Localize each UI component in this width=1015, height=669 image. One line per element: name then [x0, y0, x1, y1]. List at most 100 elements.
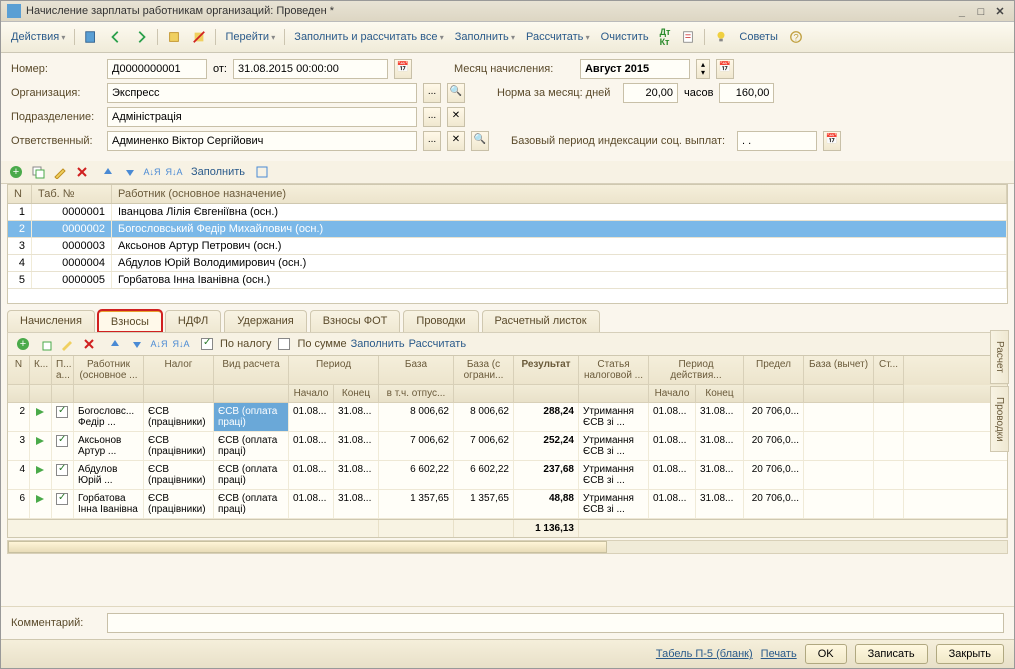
col-tab[interactable]: Таб. № — [32, 185, 112, 203]
move-down-icon[interactable] — [121, 163, 139, 181]
index-calendar-icon[interactable]: 📅 — [823, 131, 841, 151]
detail-up-icon[interactable] — [106, 335, 124, 353]
detail-add-icon[interactable]: + — [14, 335, 32, 353]
dcol-n[interactable]: N — [8, 356, 30, 385]
dcol-p[interactable]: П... а... — [52, 356, 74, 385]
minimize-button[interactable]: _ — [954, 6, 970, 18]
edit-icon[interactable] — [51, 163, 69, 181]
ok-button[interactable]: OK — [805, 644, 847, 664]
employee-row[interactable]: 10000001Іванцова Лілія Євгеніївна (осн.) — [8, 204, 1007, 221]
comment-input[interactable] — [107, 613, 1004, 633]
by-tax-check-icon[interactable] — [198, 335, 216, 353]
dcol-baseded[interactable]: База (вычет) — [804, 356, 874, 385]
clear-button[interactable]: Очистить — [597, 29, 653, 45]
tab-payslip[interactable]: Расчетный листок — [482, 310, 600, 332]
org-input[interactable] — [107, 83, 417, 103]
col-worker[interactable]: Работник (основное назначение) — [112, 185, 1007, 203]
tab-contrib-fot[interactable]: Взносы ФОТ — [310, 310, 401, 332]
tabel-link[interactable]: Табель П-5 (бланк) — [656, 648, 753, 660]
by-sum-check-icon[interactable] — [275, 335, 293, 353]
detail-sort-za-icon[interactable]: Я↓A — [172, 335, 190, 353]
dcol-st[interactable]: Ст... — [874, 356, 904, 385]
norm-hours-input[interactable] — [719, 83, 774, 103]
delete-icon[interactable] — [73, 163, 91, 181]
dcol-result[interactable]: Результат — [514, 356, 579, 385]
dept-input[interactable] — [107, 107, 417, 127]
close-button[interactable]: ✕ — [992, 5, 1008, 18]
resp-clear-button[interactable]: ✕ — [447, 131, 465, 151]
dcol-aend[interactable]: Конец — [696, 385, 744, 403]
detail-row[interactable]: 6 Горбатова Інна Іванівна ЄСВ (працівник… — [8, 490, 1007, 519]
detail-down-icon[interactable] — [128, 335, 146, 353]
arrow-right-icon[interactable] — [130, 28, 152, 46]
maximize-button[interactable]: □ — [973, 6, 989, 18]
dcol-start[interactable]: Начало — [289, 385, 334, 403]
save-button[interactable]: Записать — [855, 644, 928, 664]
detail-row[interactable]: 2 Богословс... Федір ... ЄСВ (працівники… — [8, 403, 1007, 432]
dept-clear-button[interactable]: ✕ — [447, 107, 465, 127]
dcol-worker[interactable]: Работник (основное ... — [74, 356, 144, 385]
calendar-icon[interactable]: 📅 — [394, 59, 412, 79]
tab-deductions[interactable]: Удержания — [224, 310, 306, 332]
dcol-basevac[interactable]: в т.ч. отпус... — [379, 385, 454, 403]
detail-calc-menu[interactable]: Рассчитать — [409, 338, 466, 350]
date-input[interactable] — [233, 59, 388, 79]
fill-calc-all-button[interactable]: Заполнить и рассчитать все — [290, 29, 447, 45]
close-doc-button[interactable]: Закрыть — [936, 644, 1004, 664]
by-tax-label[interactable]: По налогу — [220, 338, 271, 350]
resp-input[interactable] — [107, 131, 417, 151]
goto-menu[interactable]: Перейти — [221, 29, 279, 45]
dcol-aperiod[interactable]: Период действия... — [649, 356, 744, 385]
arrow-left-icon[interactable] — [105, 28, 127, 46]
employee-row[interactable]: 50000005Горбатова Інна Іванівна (осн.) — [8, 272, 1007, 289]
detail-edit-icon[interactable] — [58, 335, 76, 353]
refresh-icon[interactable] — [80, 28, 102, 46]
help-icon[interactable]: ? — [785, 28, 807, 46]
detail-delete-icon[interactable] — [80, 335, 98, 353]
org-select-button[interactable]: ... — [423, 83, 441, 103]
col-n[interactable]: N — [8, 185, 32, 203]
employee-row[interactable]: 30000003Аксьонов Артур Петрович (осн.) — [8, 238, 1007, 255]
dcol-period[interactable]: Период — [289, 356, 379, 385]
month-spinner[interactable]: ▴▾ — [696, 59, 710, 79]
dcol-base[interactable]: База — [379, 356, 454, 385]
side-tab-entries[interactable]: Проводки — [990, 386, 1009, 453]
resp-select-button[interactable]: ... — [423, 131, 441, 151]
detail-fill-menu[interactable]: Заполнить — [351, 338, 405, 350]
hints-icon[interactable] — [710, 28, 732, 46]
dcol-baselim[interactable]: База (с ограни... — [454, 356, 514, 385]
hints-button[interactable]: Советы — [735, 29, 781, 45]
number-input[interactable] — [107, 59, 207, 79]
by-sum-label[interactable]: По сумме — [297, 338, 346, 350]
add-icon[interactable]: + — [7, 163, 25, 181]
detail-row[interactable]: 4 Абдулов Юрій ... ЄСВ (працівники) ЄСВ … — [8, 461, 1007, 490]
index-input[interactable] — [737, 131, 817, 151]
tab-ndfl[interactable]: НДФЛ — [165, 310, 221, 332]
dt-kt-icon[interactable]: ДтКт — [656, 25, 675, 49]
actions-menu[interactable]: Действия — [7, 29, 69, 45]
tab-contributions[interactable]: Взносы — [98, 310, 162, 332]
select-icon[interactable] — [253, 163, 271, 181]
tab-accruals[interactable]: Начисления — [7, 310, 95, 332]
org-open-button[interactable]: 🔍 — [447, 83, 465, 103]
unpost-icon[interactable] — [188, 28, 210, 46]
month-input[interactable] — [580, 59, 690, 79]
dcol-article[interactable]: Статья налоговой ... — [579, 356, 649, 385]
dept-select-button[interactable]: ... — [423, 107, 441, 127]
fill-menu[interactable]: Заполнить — [451, 29, 519, 45]
sort-az-icon[interactable]: A↓Я — [143, 163, 161, 181]
calc-menu[interactable]: Рассчитать — [522, 29, 594, 45]
norm-days-input[interactable] — [623, 83, 678, 103]
dcol-calctype[interactable]: Вид расчета — [214, 356, 289, 385]
employee-row[interactable]: 40000004Абдулов Юрій Володимирович (осн.… — [8, 255, 1007, 272]
dcol-tax[interactable]: Налог — [144, 356, 214, 385]
move-up-icon[interactable] — [99, 163, 117, 181]
detail-copy-icon[interactable] — [36, 335, 54, 353]
detail-sort-az-icon[interactable]: A↓Я — [150, 335, 168, 353]
detail-hscroll[interactable] — [7, 540, 1008, 554]
resp-open-button[interactable]: 🔍 — [471, 131, 489, 151]
detail-row[interactable]: 3 Аксьонов Артур ... ЄСВ (працівники) ЄС… — [8, 432, 1007, 461]
employee-row[interactable]: 20000002Богословський Федір Михайлович (… — [8, 221, 1007, 238]
copy-icon[interactable] — [29, 163, 47, 181]
dcol-limit[interactable]: Предел — [744, 356, 804, 385]
